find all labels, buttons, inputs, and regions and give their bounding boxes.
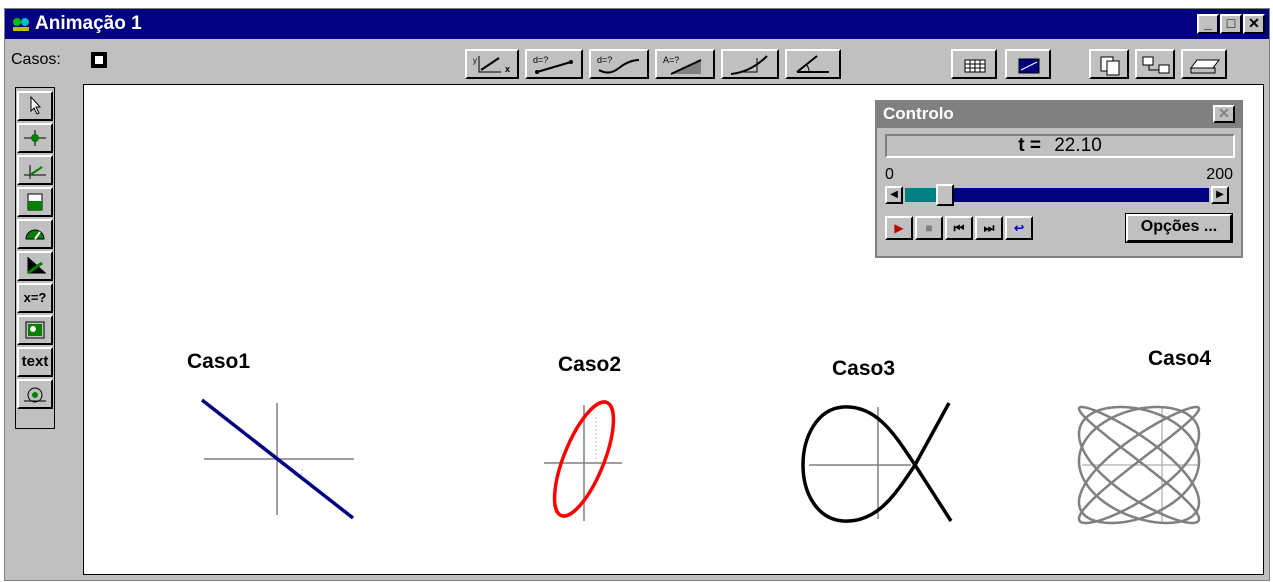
close-button[interactable]: ✕	[1243, 14, 1265, 34]
animacao-window: Animação 1 _ □ ✕ Casos: yx d=? d=? A=? x…	[4, 8, 1270, 581]
copy-button[interactable]	[1089, 49, 1129, 79]
time-slider[interactable]	[905, 184, 1209, 206]
measure-icon	[24, 387, 46, 403]
x-equals-tool[interactable]: x=?	[17, 283, 53, 313]
particle-icon	[24, 130, 46, 146]
copy-icon	[1100, 56, 1120, 76]
maximize-button[interactable]: □	[1220, 14, 1242, 34]
arrow-pointer-icon	[30, 95, 42, 115]
angle-button[interactable]	[785, 49, 841, 79]
caso4-plot	[1077, 405, 1201, 525]
tangent-slope-icon	[730, 55, 768, 75]
tangent-slope-button[interactable]	[721, 49, 779, 79]
arrow-select-tool[interactable]	[17, 91, 53, 121]
gauge-icon	[25, 229, 45, 240]
x-vs-y-graph-icon: yx	[473, 56, 510, 74]
controlo-panel: Controlo ✕ t = 22.10 0 200 ◀ ▶ ▶ ■ ⏮ ⏭ ↩…	[875, 100, 1243, 258]
graph-window-button[interactable]	[1005, 49, 1051, 79]
slider-right-arrow[interactable]: ▶	[1211, 186, 1229, 204]
loop-button[interactable]: ↩	[1005, 216, 1033, 240]
tool-palette: x=? text	[5, 85, 83, 582]
image-tool[interactable]	[17, 315, 53, 345]
distance-time-icon: d=?	[533, 55, 573, 74]
time-value: 22.10	[1054, 135, 1102, 156]
vector-icon	[24, 165, 46, 179]
minimize-button[interactable]: _	[1197, 14, 1219, 34]
caso2-plot	[544, 400, 622, 521]
slider-max-label: 200	[1206, 166, 1233, 183]
print-icon	[1190, 59, 1220, 74]
caso3-plot	[801, 402, 953, 523]
svg-text:A=?: A=?	[663, 55, 679, 65]
time-slider-thumb[interactable]	[936, 184, 954, 206]
time-slider-fill	[905, 188, 938, 202]
svg-text:x: x	[505, 64, 510, 74]
animation-canvas[interactable]: Caso1 Caso2 Caso3 Caso4 Controlo ✕ t = 2…	[83, 84, 1264, 575]
table-icon	[964, 59, 986, 73]
gauge-tool[interactable]	[17, 219, 53, 249]
rewind-button[interactable]: ⏮	[945, 216, 973, 240]
caso2-label: Caso2	[558, 353, 622, 376]
area-button[interactable]: A=?	[655, 49, 715, 79]
svg-text:y: y	[473, 56, 477, 65]
caso1-plot	[200, 398, 355, 520]
plot-tool[interactable]	[17, 251, 53, 281]
controlo-title: Controlo	[883, 104, 954, 123]
text-tool[interactable]: text	[17, 347, 53, 377]
caso1-label: Caso1	[187, 350, 251, 373]
bar-icon	[27, 193, 43, 211]
window-title: Animação 1	[35, 13, 142, 34]
svg-text:d=?: d=?	[533, 55, 548, 65]
slider-left-arrow[interactable]: ◀	[885, 186, 903, 204]
caso4-label: Caso4	[1148, 347, 1212, 370]
app-icon	[11, 15, 31, 33]
time-display: t = 22.10	[885, 134, 1235, 158]
bar-tool[interactable]	[17, 187, 53, 217]
x-vs-y-graph-button[interactable]: yx	[465, 49, 519, 79]
export-button[interactable]	[1135, 49, 1175, 79]
distance-curve-button[interactable]: d=?	[589, 49, 649, 79]
toolbar: Casos: yx d=? d=? A=?	[5, 39, 1269, 85]
distance-time-button[interactable]: d=?	[525, 49, 583, 79]
distance-curve-icon: d=?	[597, 55, 640, 74]
angle-icon	[796, 55, 829, 73]
step-forward-button[interactable]: ⏭	[975, 216, 1003, 240]
caso3-label: Caso3	[832, 357, 896, 380]
measure-tool[interactable]	[17, 379, 53, 409]
opcoes-button[interactable]: Opções ...	[1125, 213, 1233, 243]
print-button[interactable]	[1181, 49, 1227, 79]
export-icon	[1142, 56, 1170, 74]
vector-tool[interactable]	[17, 155, 53, 185]
stop-button[interactable]: ■	[915, 216, 943, 240]
area-icon: A=?	[663, 55, 702, 75]
particle-tool[interactable]	[17, 123, 53, 153]
controlo-title-bar[interactable]: Controlo ✕	[877, 102, 1241, 128]
casos-toggle[interactable]	[91, 52, 107, 68]
controlo-close-button[interactable]: ✕	[1213, 105, 1235, 123]
plot-icon	[27, 257, 46, 275]
image-icon	[25, 321, 45, 339]
play-button[interactable]: ▶	[885, 216, 913, 240]
time-label: t =	[1018, 135, 1041, 156]
caso3-trajectory	[801, 402, 953, 523]
svg-text:d=?: d=?	[597, 55, 612, 65]
table-button[interactable]	[951, 49, 997, 79]
title-bar[interactable]: Animação 1 _ □ ✕	[5, 9, 1269, 39]
slider-min-label: 0	[885, 166, 894, 183]
casos-label: Casos:	[11, 51, 61, 68]
graph-window-icon	[1018, 58, 1040, 74]
